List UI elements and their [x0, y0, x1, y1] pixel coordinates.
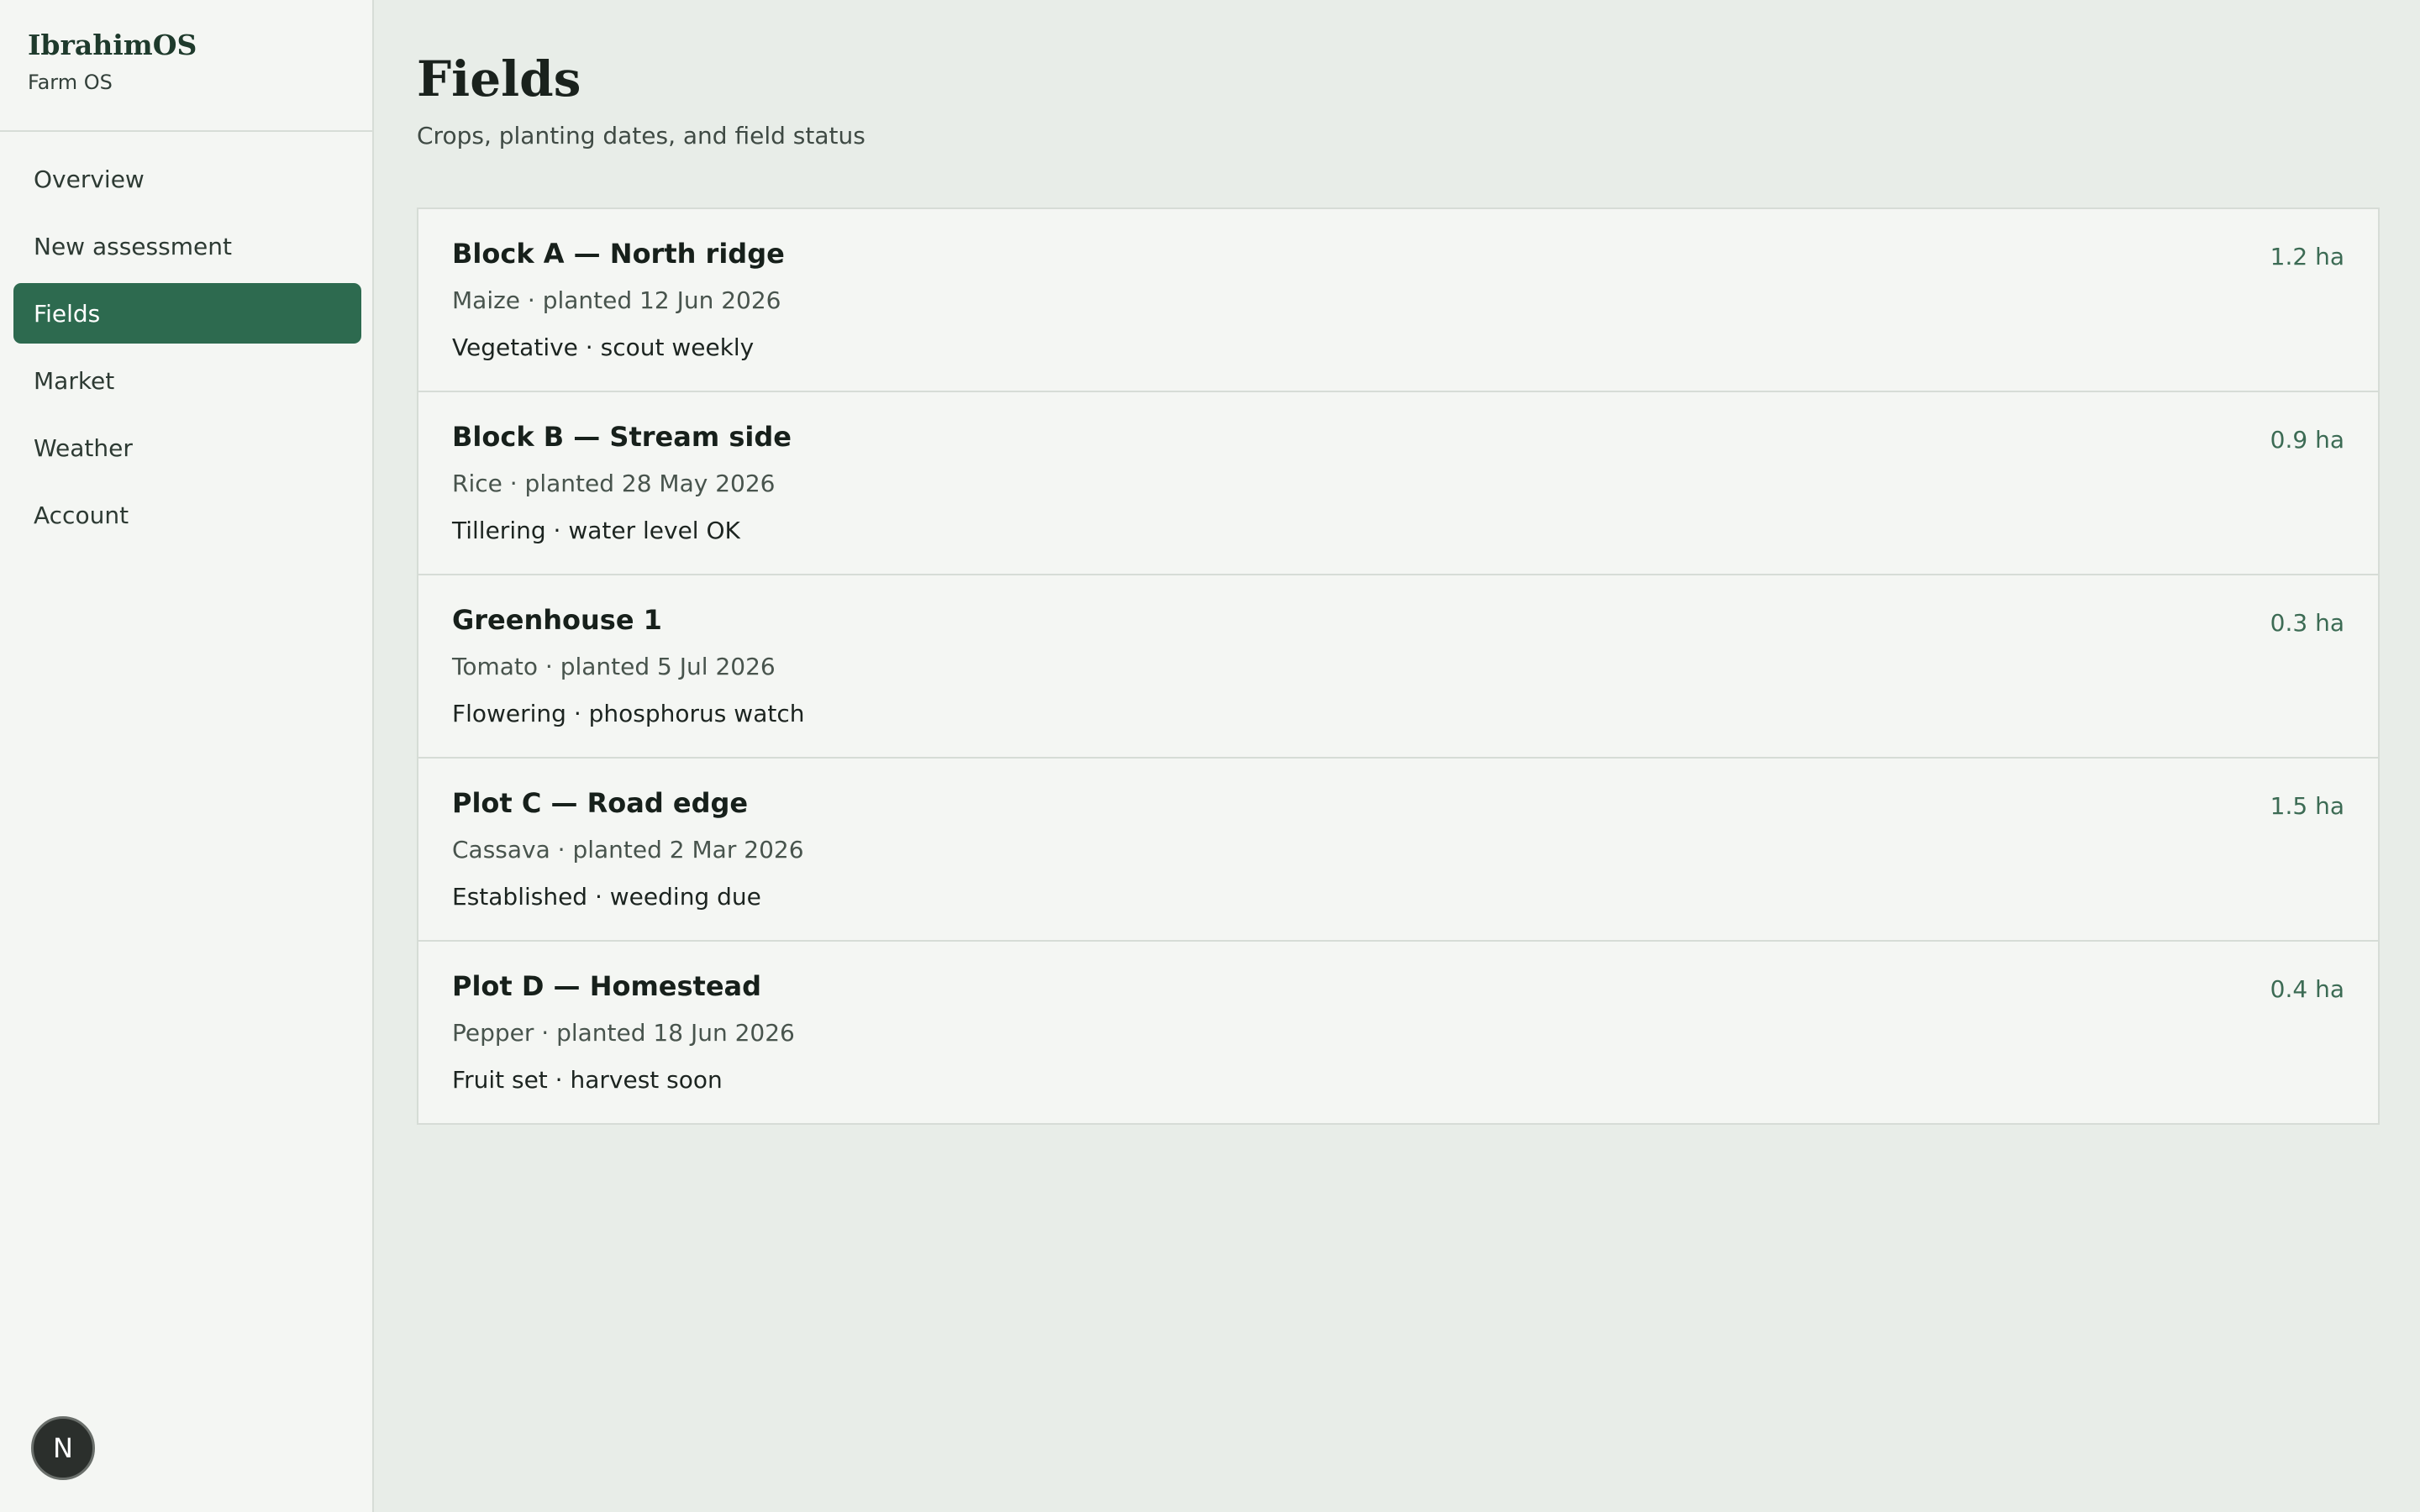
- field-status: Flowering · phosphorus watch: [452, 700, 805, 727]
- field-status: Established · weeding due: [452, 883, 761, 911]
- field-crop-planted: Tomato · planted 5 Jul 2026: [452, 653, 776, 680]
- field-area: 1.2 ha: [2270, 243, 2344, 270]
- field-name: Block A — North ridge: [452, 238, 785, 270]
- sidebar-item-account[interactable]: Account: [13, 485, 361, 545]
- field-crop-planted: Maize · planted 12 Jun 2026: [452, 286, 781, 314]
- field-area: 0.3 ha: [2270, 609, 2344, 637]
- field-crop-planted: Rice · planted 28 May 2026: [452, 470, 776, 497]
- sidebar-item-weather[interactable]: Weather: [13, 417, 361, 478]
- field-area: 1.5 ha: [2270, 792, 2344, 820]
- field-row[interactable]: Block B — Stream side Rice · planted 28 …: [418, 392, 2378, 575]
- sidebar-nav: Overview New assessment Fields Market We…: [13, 149, 361, 552]
- field-row[interactable]: Plot C — Road edge Cassava · planted 2 M…: [418, 759, 2378, 942]
- field-name: Greenhouse 1: [452, 604, 662, 636]
- avatar[interactable]: N: [31, 1416, 95, 1480]
- brand: IbrahimOS Farm OS: [0, 0, 372, 132]
- page-title: Fields: [417, 50, 581, 108]
- field-row[interactable]: Block A — North ridge Maize · planted 12…: [418, 209, 2378, 392]
- field-name: Block B — Stream side: [452, 421, 792, 453]
- field-area: 0.9 ha: [2270, 426, 2344, 454]
- field-crop-planted: Pepper · planted 18 Jun 2026: [452, 1019, 795, 1047]
- sidebar-item-overview[interactable]: Overview: [13, 149, 361, 209]
- app-subtitle: Farm OS: [28, 71, 113, 94]
- field-status: Fruit set · harvest soon: [452, 1066, 723, 1094]
- field-row[interactable]: Plot D — Homestead Pepper · planted 18 J…: [418, 942, 2378, 1123]
- field-status: Vegetative · scout weekly: [452, 333, 755, 361]
- sidebar: IbrahimOS Farm OS Overview New assessmen…: [0, 0, 374, 1512]
- sidebar-item-market[interactable]: Market: [13, 350, 361, 411]
- field-list: Block A — North ridge Maize · planted 12…: [417, 207, 2380, 1125]
- page-subtitle: Crops, planting dates, and field status: [417, 122, 865, 150]
- field-name: Plot C — Road edge: [452, 787, 749, 819]
- field-name: Plot D — Homestead: [452, 970, 762, 1002]
- field-area: 0.4 ha: [2270, 975, 2344, 1003]
- field-status: Tillering · water level OK: [452, 517, 740, 544]
- field-row[interactable]: Greenhouse 1 Tomato · planted 5 Jul 2026…: [418, 575, 2378, 759]
- sidebar-item-fields[interactable]: Fields: [13, 283, 361, 344]
- sidebar-item-new-assessment[interactable]: New assessment: [13, 216, 361, 276]
- field-crop-planted: Cassava · planted 2 Mar 2026: [452, 836, 804, 864]
- app-name: IbrahimOS: [28, 29, 197, 61]
